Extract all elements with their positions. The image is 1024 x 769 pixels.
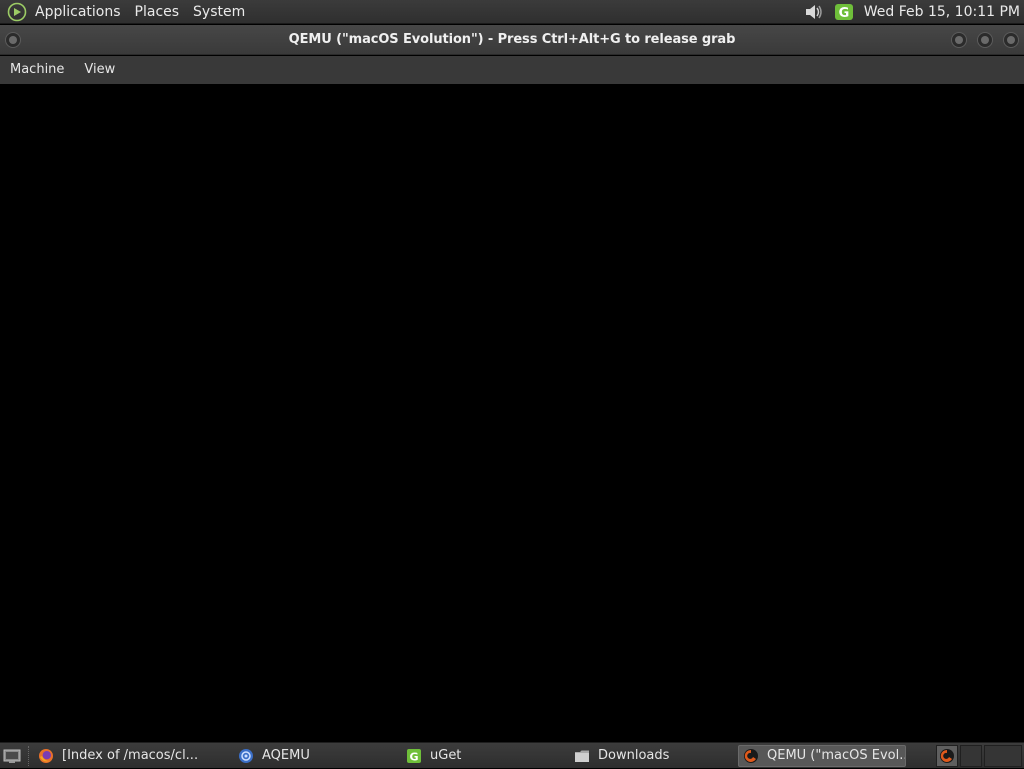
show-desktop-icon[interactable] [0, 744, 24, 768]
menu-view[interactable]: View [74, 56, 125, 84]
aqemu-icon [238, 748, 254, 764]
uget-icon: G [406, 748, 422, 764]
task-label: [Index of /macos/cl... [62, 748, 199, 763]
task-label: AQEMU [262, 748, 310, 763]
task-qemu[interactable]: QEMU ("macOS Evol... [738, 744, 906, 767]
clock[interactable]: Wed Feb 15, 10:11 PM [862, 4, 1024, 20]
menu-machine[interactable]: Machine [0, 56, 74, 84]
qemu-menubar: Machine View [0, 56, 1024, 84]
firefox-icon [38, 748, 54, 764]
volume-icon[interactable] [802, 1, 826, 23]
folder-icon [574, 748, 590, 764]
bottom-panel: [Index of /macos/cl... AQEMU G uGet Down… [0, 742, 1024, 768]
svg-text:G: G [409, 750, 418, 763]
workspace-2[interactable] [960, 745, 982, 767]
maximize-button[interactable] [976, 31, 994, 49]
workspace-3[interactable] [984, 745, 1022, 767]
window-menu-button[interactable] [4, 31, 22, 49]
close-button[interactable] [1002, 31, 1020, 49]
qemu-icon [743, 748, 759, 764]
task-uget[interactable]: G uGet [402, 745, 568, 767]
menu-system[interactable]: System [186, 0, 252, 24]
task-label: QEMU ("macOS Evol... [767, 748, 906, 763]
mint-menu-icon[interactable] [6, 1, 28, 23]
window-title: QEMU ("macOS Evolution") - Press Ctrl+Al… [288, 32, 736, 47]
menu-applications[interactable]: Applications [28, 0, 128, 24]
workspace-switcher [936, 743, 1024, 769]
vm-display[interactable] [0, 84, 1024, 742]
uget-icon[interactable]: G [832, 1, 856, 23]
task-firefox[interactable]: [Index of /macos/cl... [34, 745, 224, 767]
system-tray: G Wed Feb 15, 10:11 PM [802, 0, 1024, 24]
task-label: uGet [430, 748, 462, 763]
window-controls [950, 31, 1020, 49]
workspace-1[interactable] [936, 745, 958, 767]
menu-places[interactable]: Places [128, 0, 187, 24]
top-panel: Applications Places System G Wed Feb 15,… [0, 0, 1024, 24]
window-titlebar[interactable]: QEMU ("macOS Evolution") - Press Ctrl+Al… [0, 25, 1024, 55]
svg-text:G: G [838, 6, 849, 21]
minimize-button[interactable] [950, 31, 968, 49]
task-downloads[interactable]: Downloads [570, 745, 736, 767]
task-aqemu[interactable]: AQEMU [234, 745, 400, 767]
task-label: Downloads [598, 748, 670, 763]
